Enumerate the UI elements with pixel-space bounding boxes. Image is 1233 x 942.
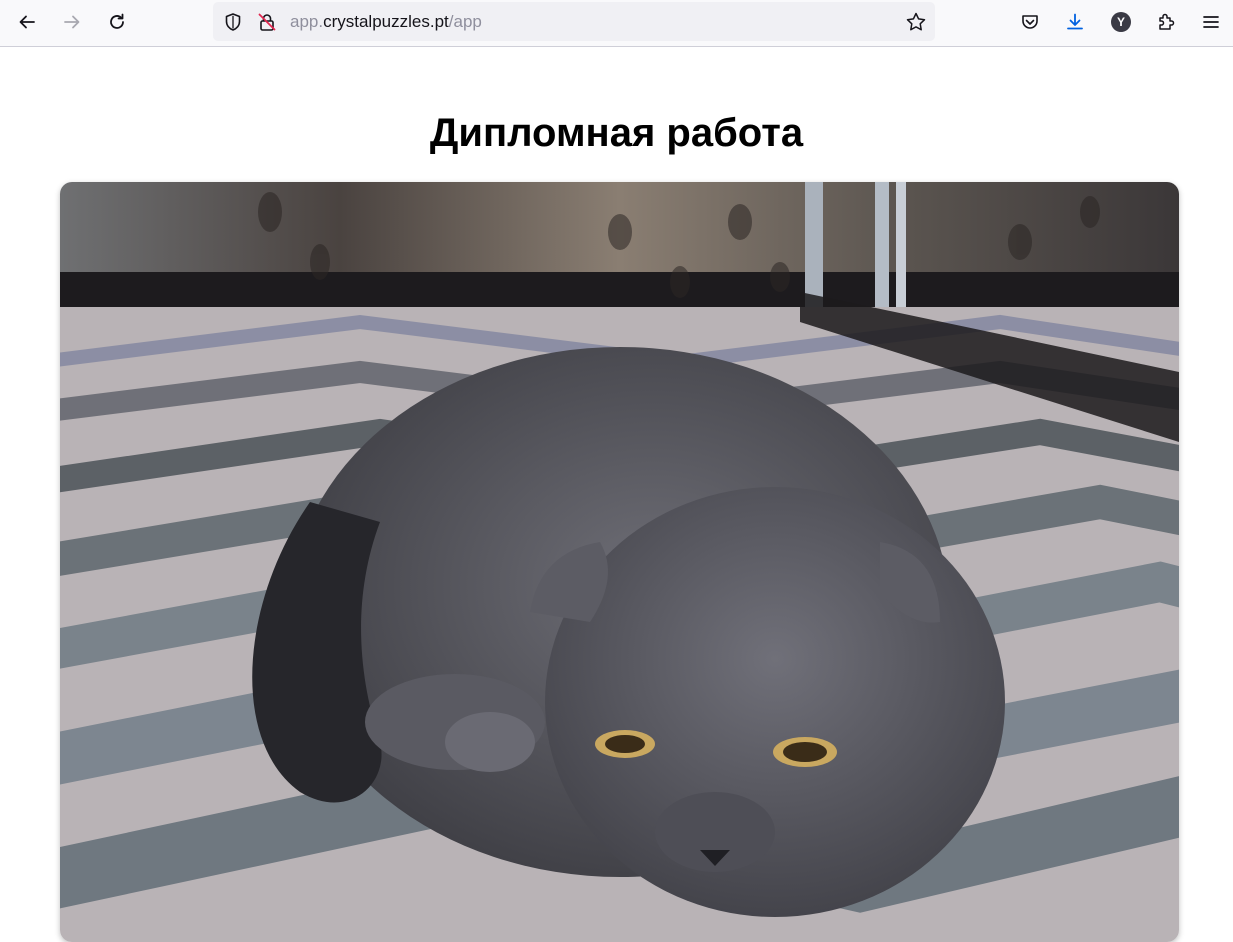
url-text[interactable]: app.crystalpuzzles.pt/app (290, 12, 482, 32)
cat-photo (60, 182, 1179, 942)
app-menu-button[interactable] (1195, 6, 1227, 38)
url-path: /app (448, 12, 482, 31)
hamburger-menu-icon (1203, 16, 1219, 28)
forward-arrow-icon (64, 15, 80, 29)
reload-button[interactable] (101, 6, 133, 38)
account-button[interactable]: Y (1105, 6, 1137, 38)
back-arrow-icon (19, 15, 35, 29)
page-title: Дипломная работа (429, 111, 804, 155)
cat-photo-image (60, 182, 1179, 942)
url-prefix: app. (290, 12, 324, 31)
shield-icon[interactable] (223, 12, 243, 32)
browser-toolbar: app.crystalpuzzles.pt/app Y (0, 0, 1233, 47)
forward-button[interactable] (56, 6, 88, 38)
star-icon[interactable] (905, 11, 927, 33)
download-icon (1067, 13, 1083, 30)
puzzle-icon (1159, 13, 1175, 30)
downloads-button[interactable] (1059, 6, 1091, 38)
pocket-button[interactable] (1014, 6, 1046, 38)
profile-avatar: Y (1111, 12, 1131, 32)
address-bar[interactable]: app.crystalpuzzles.pt/app (213, 2, 935, 41)
reload-icon (110, 13, 124, 29)
url-host: crystalpuzzles.pt (323, 12, 449, 31)
pocket-icon (1022, 15, 1038, 29)
insecure-lock-icon[interactable] (257, 12, 277, 32)
extensions-button[interactable] (1150, 6, 1182, 38)
back-button[interactable] (11, 6, 43, 38)
